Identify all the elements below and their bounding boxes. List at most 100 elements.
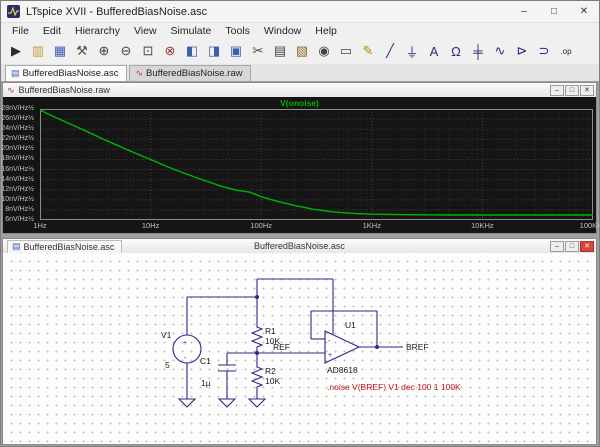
waveform-restore-button[interactable]: □ [565,85,579,96]
window-controls: – □ ✕ [509,1,599,22]
edit-pencil-icon[interactable]: ✎ [358,41,378,61]
resistor-icon[interactable]: Ω [446,41,466,61]
open-folder-icon[interactable]: ▥ [28,41,48,61]
schematic-minimize-button[interactable]: – [550,241,564,252]
tile-horizontal-icon[interactable]: ◨ [204,41,224,61]
v1-name-label[interactable]: V1 [161,330,172,340]
y-tick-label: 22nV/Hz½ [0,135,34,142]
y-tick-label: 8nV/Hz½ [0,206,34,213]
net-label-ref[interactable]: REF [273,342,290,352]
trace-vonoise[interactable] [40,110,593,215]
schematic-close-button[interactable]: ✕ [580,241,594,252]
trace-legend-label[interactable]: V(onoise) [3,98,596,108]
y-tick-label: 10nV/Hz½ [0,196,34,203]
ltspice-logo-icon [7,5,20,18]
menu-item-hierarchy[interactable]: Hierarchy [68,25,127,37]
diode-icon[interactable]: ⊳ [512,41,532,61]
waveform-icon: ∿ [7,85,15,96]
ground-symbol-v1 [179,399,195,407]
v1-minus-mark: - [184,355,187,362]
inductor-icon[interactable]: ∿ [490,41,510,61]
schematic-filename-tab[interactable]: ▤ BufferedBiasNoise.asc [7,240,122,253]
paste-icon[interactable]: ▧ [292,41,312,61]
menu-item-file[interactable]: File [5,25,36,37]
schematic-canvas[interactable]: V1 5 R1 10K R2 10K C1 1µ REF U1 AD8618 B… [3,253,596,444]
tile-vertical-icon[interactable]: ◧ [182,41,202,61]
tab-label: BufferedBiasNoise.asc [23,68,119,79]
waveform-window-titlebar[interactable]: ∿ BufferedBiasNoise.raw – □ ✕ [3,83,596,98]
component-icon[interactable]: ⊃ [534,41,554,61]
wire-icon[interactable]: ╱ [380,41,400,61]
schematic-window: ▤ BufferedBiasNoise.asc BufferedBiasNois… [2,238,597,445]
r1-name-label[interactable]: R1 [265,326,276,336]
schematic-icon: ▤ [12,242,21,251]
net-label-bref[interactable]: BREF [406,342,429,352]
x-tick-label: 1KHz [363,221,381,230]
ground-icon[interactable]: ⏚ [402,41,422,61]
menu-item-view[interactable]: View [127,25,164,37]
zoom-area-icon[interactable]: ⊡ [138,41,158,61]
menu-item-tools[interactable]: Tools [218,25,257,37]
schematic-window-controls: – □ ✕ [550,241,594,252]
schematic-restore-button[interactable]: □ [565,241,579,252]
y-tick-label: 14nV/Hz½ [0,176,34,183]
capacitor-icon[interactable]: ╪ [468,41,488,61]
waveform-icon: ∿ [135,69,143,78]
waveform-window: ∿ BufferedBiasNoise.raw – □ ✕ V(onoise) … [2,82,597,234]
opamp-plus-mark: + [328,352,332,359]
r2-name-label[interactable]: R2 [265,366,276,376]
y-tick-label: 26nV/Hz½ [0,115,34,122]
net-label-icon[interactable]: A [424,41,444,61]
y-tick-label: 12nV/Hz½ [0,186,34,193]
c1-value-label[interactable]: 1µ [201,378,211,388]
cut-icon[interactable]: ✂ [248,41,268,61]
save-icon[interactable]: ▦ [50,41,70,61]
u1-part-label[interactable]: AD8618 [327,365,358,375]
waveform-close-button[interactable]: ✕ [580,85,594,96]
x-tick-label: 1Hz [33,221,46,230]
schematic-canvas-area[interactable]: V1 5 R1 10K R2 10K C1 1µ REF U1 AD8618 B… [3,253,596,444]
r2-value-label[interactable]: 10K [265,376,280,386]
x-tick-label: 10KHz [471,221,494,230]
menu-item-edit[interactable]: Edit [36,25,68,37]
plot-area[interactable]: V(onoise) 28nV/Hz½ 26nV/Hz½ 24nV/Hz½ 22nV/H… [3,97,596,233]
v1-plus-mark: + [183,340,187,347]
v1-value-label[interactable]: 5 [165,360,170,370]
zoom-in-icon[interactable]: ⊕ [94,41,114,61]
menu-item-help[interactable]: Help [308,25,344,37]
zoom-full-extents-icon[interactable]: ⊗ [160,41,180,61]
u1-name-label[interactable]: U1 [345,320,356,330]
find-icon[interactable]: ◉ [314,41,334,61]
zoom-out-icon[interactable]: ⊖ [116,41,136,61]
waveform-minimize-button[interactable]: – [550,85,564,96]
run-icon[interactable]: ▶ [6,41,26,61]
close-button[interactable]: ✕ [569,1,599,22]
tab-BufferedBiasNoise.raw[interactable]: ∿BufferedBiasNoise.raw [129,65,251,81]
print-icon[interactable]: ▭ [336,41,356,61]
ground-symbol-c1 [219,399,235,407]
copy-icon[interactable]: ▤ [270,41,290,61]
x-tick-label: 10Hz [142,221,160,230]
spice-directive-text[interactable]: .noise V(BREF) V1 dec 100 1 100K [327,382,461,392]
x-tick-label: 100KHz [580,221,600,230]
control-panel-icon[interactable]: ⚒ [72,41,92,61]
cascade-windows-icon[interactable]: ▣ [226,41,246,61]
minimize-button[interactable]: – [509,1,539,22]
opamp-minus-mark: - [328,338,331,345]
y-tick-label: 24nV/Hz½ [0,125,34,132]
tab-BufferedBiasNoise.asc[interactable]: ▤BufferedBiasNoise.asc [5,65,127,81]
resistor-r1-symbol [252,325,262,349]
menu-item-simulate[interactable]: Simulate [164,25,219,37]
maximize-button[interactable]: □ [539,1,569,22]
c1-name-label[interactable]: C1 [200,356,211,366]
main-toolbar: ▶▥▦⚒⊕⊖⊡⊗◧◨▣✂▤▧◉▭✎╱⏚AΩ╪∿⊳⊃.op [1,38,599,65]
plot-svg[interactable] [40,109,593,220]
menu-item-window[interactable]: Window [257,25,308,37]
schematic-window-titlebar[interactable]: ▤ BufferedBiasNoise.asc BufferedBiasNois… [3,239,596,254]
menu-bar: FileEditHierarchyViewSimulateToolsWindow… [1,23,599,38]
resistor-r2-symbol [252,365,262,389]
y-tick-label: 28nV/Hz½ [0,105,34,112]
spice-directive-icon[interactable]: .op [556,41,576,61]
ltspice-app-window: LTspice XVII - BufferedBiasNoise.asc – □… [0,0,600,447]
schematic-icon: ▤ [11,69,20,78]
